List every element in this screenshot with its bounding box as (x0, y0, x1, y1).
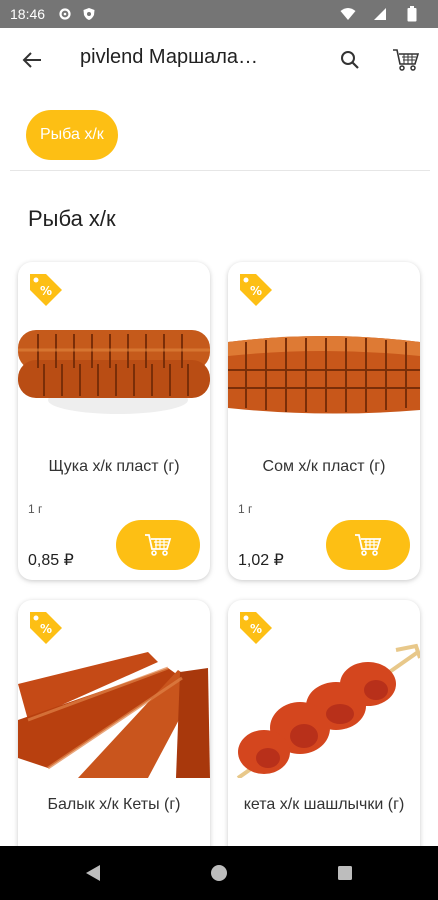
discount-tag-icon: % (240, 612, 272, 644)
cart-icon (393, 49, 420, 71)
product-card[interactable]: % Сом х/к пласт (г) 1 г 1,02 ₽ (228, 262, 420, 580)
add-to-cart-button[interactable] (116, 520, 200, 570)
product-price: 0,85 ₽ (28, 552, 74, 569)
product-image (236, 643, 420, 778)
add-to-cart-icon (145, 534, 172, 556)
cart-button[interactable] (387, 42, 425, 78)
back-button[interactable] (14, 42, 50, 78)
product-name: Балык х/к Кеты (г) (47, 796, 181, 813)
nav-recents-button[interactable] (336, 864, 354, 882)
product-name: Сом х/к пласт (г) (262, 458, 386, 475)
svg-text:%: % (250, 284, 262, 298)
product-image (228, 336, 420, 414)
signal-icon (372, 6, 388, 22)
section-title: Рыба х/к (28, 206, 116, 231)
nav-home-button[interactable] (210, 864, 228, 882)
status-time: 18:46 (10, 6, 46, 22)
nav-back-icon (86, 865, 100, 881)
product-image (18, 330, 210, 414)
product-image (18, 652, 210, 778)
product-unit: 1 г (28, 502, 43, 516)
status-bar: 18:46 (0, 0, 438, 28)
settings-icon (57, 6, 73, 22)
discount-tag-icon: % (30, 612, 62, 644)
nav-back-button[interactable] (84, 864, 102, 882)
add-to-cart-button[interactable] (326, 520, 410, 570)
page-title: pivlend Маршала… (80, 46, 259, 68)
add-to-cart-icon (355, 534, 382, 556)
category-chip[interactable]: Рыба х/к (26, 110, 118, 160)
category-filter-row: Рыба х/к (0, 92, 438, 170)
product-name: кета х/к шашлычки (г) (243, 796, 405, 813)
nav-home-icon (211, 865, 227, 881)
back-arrow-icon (22, 52, 41, 68)
battery-icon (404, 6, 420, 22)
app-bar: pivlend Маршала… (0, 28, 438, 92)
discount-tag-icon: % (30, 274, 62, 306)
wifi-icon (340, 6, 356, 22)
product-unit: 1 г (238, 502, 253, 516)
svg-text:%: % (40, 622, 52, 636)
search-icon (341, 51, 359, 69)
system-nav-bar (0, 846, 438, 900)
search-button[interactable] (332, 42, 368, 78)
product-price: 1,02 ₽ (238, 552, 284, 569)
svg-text:%: % (40, 284, 52, 298)
shield-icon (81, 6, 97, 22)
discount-tag-icon: % (240, 274, 272, 306)
product-card[interactable]: % Щука х/к пласт (г) 1 г 0,85 ₽ (18, 262, 210, 580)
product-name: Щука х/к пласт (г) (48, 458, 180, 475)
nav-recents-icon (338, 866, 352, 880)
svg-text:%: % (250, 622, 262, 636)
divider (10, 170, 430, 171)
